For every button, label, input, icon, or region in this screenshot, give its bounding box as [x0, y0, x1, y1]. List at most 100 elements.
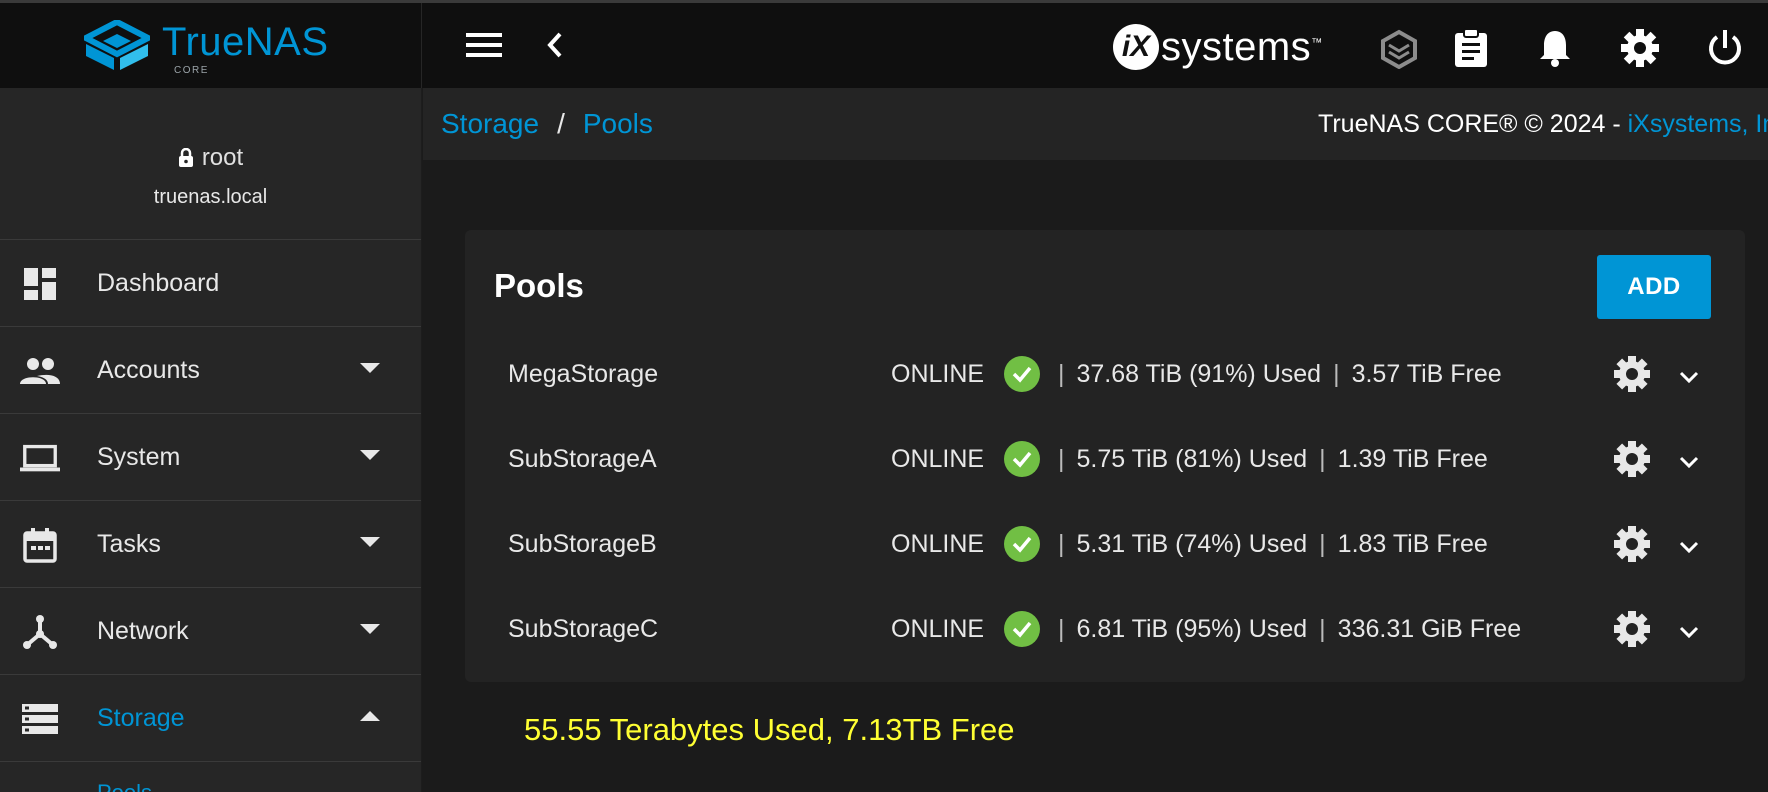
top-bar: TrueNAS CORE iX systems ™: [0, 0, 1768, 88]
separator: |: [1058, 615, 1065, 643]
sidebar-item-label: Dashboard: [97, 268, 220, 297]
dashboard-icon: [20, 264, 60, 304]
pool-usage: | 5.31 TiB (74%) Used | 1.83 TiB Free: [1058, 530, 1488, 559]
expand-chevron-down-icon[interactable]: [1678, 625, 1700, 644]
brand-name: TrueNAS: [162, 20, 329, 64]
collapse-chevron-left-icon[interactable]: [545, 30, 565, 60]
truecommand-icon[interactable]: [1379, 29, 1419, 69]
status-ok-check-icon: [1004, 526, 1040, 562]
pools-card: Pools ADD MegaStorage ONLINE | 37.68 TiB…: [465, 230, 1745, 682]
pool-usage: | 37.68 TiB (91%) Used | 3.57 TiB Free: [1058, 360, 1502, 389]
pool-settings-gear-icon[interactable]: [1612, 354, 1652, 399]
host-name: truenas.local: [153, 186, 268, 208]
pool-name: SubStorageA: [508, 445, 657, 473]
expand-caret-icon: [360, 537, 380, 547]
ixsystems-logo[interactable]: iX systems ™: [1113, 23, 1322, 71]
truenas-logo-icon: [84, 20, 150, 70]
separator: |: [1058, 445, 1065, 473]
pool-row[interactable]: SubStorageB ONLINE | 5.31 TiB (74%) Used…: [465, 504, 1745, 589]
add-pool-button[interactable]: ADD: [1597, 255, 1711, 319]
sidebar-subitem-pools[interactable]: Pools: [97, 780, 152, 792]
pool-free: 1.83 TiB Free: [1337, 530, 1488, 558]
separator: |: [1319, 530, 1326, 558]
pool-used: 5.75 TiB (81%) Used: [1076, 445, 1308, 473]
power-icon[interactable]: [1705, 28, 1745, 68]
pool-name: SubStorageB: [508, 530, 657, 558]
sidebar-item-label: Network: [97, 616, 189, 645]
user-name-row: root: [0, 144, 421, 172]
pool-status: ONLINE: [891, 360, 985, 388]
pool-free: 336.31 GiB Free: [1337, 615, 1522, 643]
network-icon: [20, 612, 60, 652]
ixsystems-link[interactable]: iXsystems, Inc: [1628, 110, 1768, 138]
pool-settings-gear-icon[interactable]: [1612, 439, 1652, 484]
breadcrumb-separator: /: [557, 108, 565, 139]
user-name: root: [201, 144, 244, 171]
brand-edition: CORE: [174, 65, 209, 76]
separator: |: [1058, 360, 1065, 388]
brand[interactable]: TrueNAS CORE: [0, 3, 422, 88]
separator: |: [1319, 445, 1326, 473]
people-icon: [20, 351, 60, 391]
status-ok-check-icon: [1004, 441, 1040, 477]
pool-used: 5.31 TiB (74%) Used: [1076, 530, 1308, 558]
sidebar-item-label: Accounts: [97, 355, 200, 384]
separator: |: [1333, 360, 1340, 388]
storage-icon: [20, 699, 60, 739]
pool-row[interactable]: MegaStorage ONLINE | 37.68 TiB (91%) Use…: [465, 334, 1745, 419]
sidebar-item-network[interactable]: Network: [0, 588, 421, 675]
sidebar-item-system[interactable]: System: [0, 414, 421, 501]
breadcrumb-bar: Storage / Pools TrueNAS CORE® © 2024 - i…: [423, 88, 1768, 160]
pool-free: 3.57 TiB Free: [1351, 360, 1502, 388]
expand-chevron-down-icon[interactable]: [1678, 540, 1700, 559]
lock-icon: [178, 148, 193, 167]
pool-name: MegaStorage: [508, 360, 659, 388]
breadcrumb-storage[interactable]: Storage: [441, 108, 539, 140]
pool-row[interactable]: SubStorageC ONLINE | 6.81 TiB (95%) Used…: [465, 589, 1745, 674]
bell-icon[interactable]: [1537, 28, 1573, 68]
expand-chevron-down-icon[interactable]: [1678, 370, 1700, 389]
pool-free: 1.39 TiB Free: [1337, 445, 1488, 473]
expand-caret-icon: [360, 363, 380, 373]
copyright-notice: TrueNAS CORE® © 2024 - iXsystems, Inc: [1318, 110, 1768, 139]
expand-chevron-down-icon[interactable]: [1678, 455, 1700, 474]
pool-used: 6.81 TiB (95%) Used: [1076, 615, 1308, 643]
ix-logo-tm: ™: [1311, 37, 1323, 49]
user-panel: root truenas.local: [0, 88, 421, 240]
separator: |: [1319, 615, 1326, 643]
sidebar-item-tasks[interactable]: Tasks: [0, 501, 421, 588]
ix-logo-word: systems: [1161, 24, 1312, 69]
pool-settings-gear-icon[interactable]: [1612, 609, 1652, 654]
pool-status: ONLINE: [891, 615, 985, 643]
pool-usage: | 6.81 TiB (95%) Used | 336.31 GiB Free: [1058, 615, 1521, 644]
sidebar: root truenas.local Dashboard Accounts Sy…: [0, 88, 422, 792]
status-ok-check-icon: [1004, 611, 1040, 647]
pool-usage: | 5.75 TiB (81%) Used | 1.39 TiB Free: [1058, 445, 1488, 474]
status-ok-check-icon: [1004, 356, 1040, 392]
sidebar-item-dashboard[interactable]: Dashboard: [0, 240, 421, 327]
calendar-icon: [20, 525, 60, 565]
laptop-icon: [20, 438, 60, 478]
sidebar-item-label: Tasks: [97, 529, 161, 558]
clipboard-icon[interactable]: [1453, 27, 1489, 69]
sidebar-item-storage[interactable]: Storage: [0, 675, 421, 762]
expand-caret-icon: [360, 624, 380, 634]
pool-used: 37.68 TiB (91%) Used: [1076, 360, 1322, 388]
separator: |: [1058, 530, 1065, 558]
pool-name: SubStorageC: [508, 615, 659, 643]
copyright-text: TrueNAS CORE® © 2024 -: [1318, 110, 1628, 138]
expand-caret-icon: [360, 450, 380, 460]
collapse-caret-icon: [360, 711, 380, 721]
sidebar-item-label: Storage: [97, 703, 185, 732]
menu-icon[interactable]: [466, 30, 502, 60]
storage-summary: 55.55 Terabytes Used, 7.13TB Free: [524, 712, 1015, 747]
breadcrumb: Storage / Pools: [441, 108, 653, 140]
ix-logo-icon: iX: [1113, 24, 1159, 70]
sidebar-item-label: System: [97, 442, 181, 471]
pool-status: ONLINE: [891, 445, 985, 473]
settings-gear-icon[interactable]: [1620, 28, 1660, 68]
pool-settings-gear-icon[interactable]: [1612, 524, 1652, 569]
pool-row[interactable]: SubStorageA ONLINE | 5.75 TiB (81%) Used…: [465, 419, 1745, 504]
breadcrumb-pools[interactable]: Pools: [583, 108, 653, 140]
sidebar-item-accounts[interactable]: Accounts: [0, 327, 421, 414]
